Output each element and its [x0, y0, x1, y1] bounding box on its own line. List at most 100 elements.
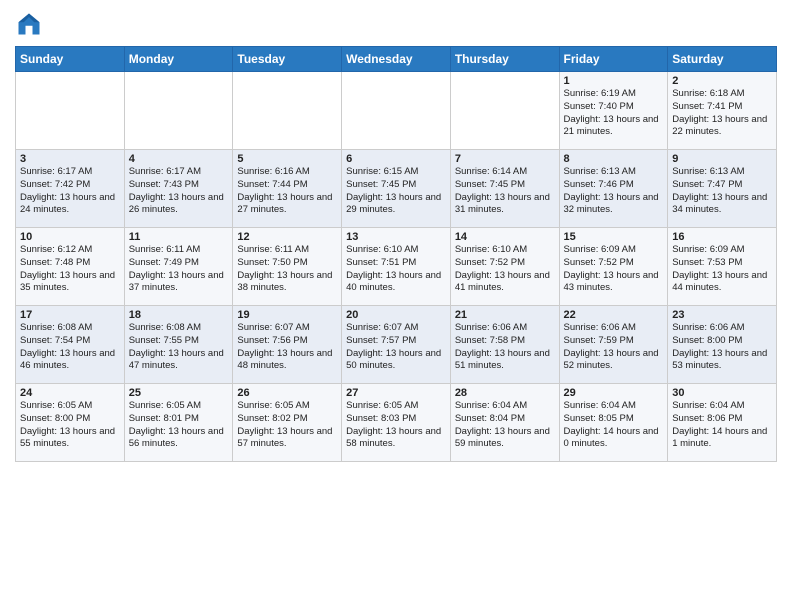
calendar-cell: 11Sunrise: 6:11 AM Sunset: 7:49 PM Dayli… — [124, 228, 233, 306]
calendar-cell: 21Sunrise: 6:06 AM Sunset: 7:58 PM Dayli… — [450, 306, 559, 384]
day-info: Sunrise: 6:18 AM Sunset: 7:41 PM Dayligh… — [672, 88, 772, 139]
day-info: Sunrise: 6:17 AM Sunset: 7:43 PM Dayligh… — [129, 166, 229, 217]
day-number: 28 — [455, 387, 555, 399]
calendar-cell: 5Sunrise: 6:16 AM Sunset: 7:44 PM Daylig… — [233, 150, 342, 228]
header — [15, 10, 777, 38]
calendar-cell: 19Sunrise: 6:07 AM Sunset: 7:56 PM Dayli… — [233, 306, 342, 384]
logo — [15, 10, 47, 38]
day-number: 16 — [672, 231, 772, 243]
calendar-cell: 17Sunrise: 6:08 AM Sunset: 7:54 PM Dayli… — [16, 306, 125, 384]
calendar-cell: 2Sunrise: 6:18 AM Sunset: 7:41 PM Daylig… — [668, 72, 777, 150]
day-number: 27 — [346, 387, 446, 399]
day-number: 12 — [237, 231, 337, 243]
calendar-cell: 18Sunrise: 6:08 AM Sunset: 7:55 PM Dayli… — [124, 306, 233, 384]
day-info: Sunrise: 6:04 AM Sunset: 8:06 PM Dayligh… — [672, 400, 772, 451]
calendar-cell: 13Sunrise: 6:10 AM Sunset: 7:51 PM Dayli… — [342, 228, 451, 306]
calendar-cell — [342, 72, 451, 150]
calendar-cell: 23Sunrise: 6:06 AM Sunset: 8:00 PM Dayli… — [668, 306, 777, 384]
day-number: 7 — [455, 153, 555, 165]
calendar-cell: 15Sunrise: 6:09 AM Sunset: 7:52 PM Dayli… — [559, 228, 668, 306]
day-number: 6 — [346, 153, 446, 165]
calendar-cell — [233, 72, 342, 150]
day-number: 26 — [237, 387, 337, 399]
day-number: 22 — [564, 309, 664, 321]
day-info: Sunrise: 6:08 AM Sunset: 7:54 PM Dayligh… — [20, 322, 120, 373]
day-info: Sunrise: 6:14 AM Sunset: 7:45 PM Dayligh… — [455, 166, 555, 217]
day-number: 17 — [20, 309, 120, 321]
day-number: 21 — [455, 309, 555, 321]
calendar-cell: 1Sunrise: 6:19 AM Sunset: 7:40 PM Daylig… — [559, 72, 668, 150]
calendar-cell: 28Sunrise: 6:04 AM Sunset: 8:04 PM Dayli… — [450, 384, 559, 462]
day-info: Sunrise: 6:11 AM Sunset: 7:49 PM Dayligh… — [129, 244, 229, 295]
calendar-cell: 9Sunrise: 6:13 AM Sunset: 7:47 PM Daylig… — [668, 150, 777, 228]
day-number: 30 — [672, 387, 772, 399]
day-number: 5 — [237, 153, 337, 165]
day-info: Sunrise: 6:16 AM Sunset: 7:44 PM Dayligh… — [237, 166, 337, 217]
calendar-cell: 22Sunrise: 6:06 AM Sunset: 7:59 PM Dayli… — [559, 306, 668, 384]
day-info: Sunrise: 6:10 AM Sunset: 7:52 PM Dayligh… — [455, 244, 555, 295]
day-number: 23 — [672, 309, 772, 321]
day-number: 15 — [564, 231, 664, 243]
col-header-saturday: Saturday — [668, 47, 777, 72]
day-info: Sunrise: 6:05 AM Sunset: 8:02 PM Dayligh… — [237, 400, 337, 451]
day-number: 20 — [346, 309, 446, 321]
day-info: Sunrise: 6:06 AM Sunset: 8:00 PM Dayligh… — [672, 322, 772, 373]
day-number: 10 — [20, 231, 120, 243]
week-row-3: 10Sunrise: 6:12 AM Sunset: 7:48 PM Dayli… — [16, 228, 777, 306]
calendar-table: SundayMondayTuesdayWednesdayThursdayFrid… — [15, 46, 777, 462]
calendar-cell: 24Sunrise: 6:05 AM Sunset: 8:00 PM Dayli… — [16, 384, 125, 462]
calendar-cell: 4Sunrise: 6:17 AM Sunset: 7:43 PM Daylig… — [124, 150, 233, 228]
calendar-cell: 27Sunrise: 6:05 AM Sunset: 8:03 PM Dayli… — [342, 384, 451, 462]
day-number: 11 — [129, 231, 229, 243]
calendar-cell: 30Sunrise: 6:04 AM Sunset: 8:06 PM Dayli… — [668, 384, 777, 462]
day-info: Sunrise: 6:11 AM Sunset: 7:50 PM Dayligh… — [237, 244, 337, 295]
day-info: Sunrise: 6:12 AM Sunset: 7:48 PM Dayligh… — [20, 244, 120, 295]
calendar-cell: 12Sunrise: 6:11 AM Sunset: 7:50 PM Dayli… — [233, 228, 342, 306]
logo-icon — [15, 10, 43, 38]
calendar-cell: 3Sunrise: 6:17 AM Sunset: 7:42 PM Daylig… — [16, 150, 125, 228]
day-number: 2 — [672, 75, 772, 87]
day-number: 19 — [237, 309, 337, 321]
week-row-1: 1Sunrise: 6:19 AM Sunset: 7:40 PM Daylig… — [16, 72, 777, 150]
day-info: Sunrise: 6:06 AM Sunset: 7:59 PM Dayligh… — [564, 322, 664, 373]
day-info: Sunrise: 6:13 AM Sunset: 7:46 PM Dayligh… — [564, 166, 664, 217]
day-info: Sunrise: 6:07 AM Sunset: 7:56 PM Dayligh… — [237, 322, 337, 373]
calendar-cell — [124, 72, 233, 150]
calendar-cell: 14Sunrise: 6:10 AM Sunset: 7:52 PM Dayli… — [450, 228, 559, 306]
day-info: Sunrise: 6:09 AM Sunset: 7:52 PM Dayligh… — [564, 244, 664, 295]
col-header-wednesday: Wednesday — [342, 47, 451, 72]
calendar-cell — [450, 72, 559, 150]
day-number: 25 — [129, 387, 229, 399]
day-number: 9 — [672, 153, 772, 165]
calendar-cell: 29Sunrise: 6:04 AM Sunset: 8:05 PM Dayli… — [559, 384, 668, 462]
day-info: Sunrise: 6:10 AM Sunset: 7:51 PM Dayligh… — [346, 244, 446, 295]
day-info: Sunrise: 6:13 AM Sunset: 7:47 PM Dayligh… — [672, 166, 772, 217]
col-header-sunday: Sunday — [16, 47, 125, 72]
day-info: Sunrise: 6:06 AM Sunset: 7:58 PM Dayligh… — [455, 322, 555, 373]
calendar-cell: 25Sunrise: 6:05 AM Sunset: 8:01 PM Dayli… — [124, 384, 233, 462]
day-info: Sunrise: 6:05 AM Sunset: 8:00 PM Dayligh… — [20, 400, 120, 451]
calendar-cell: 26Sunrise: 6:05 AM Sunset: 8:02 PM Dayli… — [233, 384, 342, 462]
day-info: Sunrise: 6:05 AM Sunset: 8:01 PM Dayligh… — [129, 400, 229, 451]
calendar-cell: 7Sunrise: 6:14 AM Sunset: 7:45 PM Daylig… — [450, 150, 559, 228]
header-row: SundayMondayTuesdayWednesdayThursdayFrid… — [16, 47, 777, 72]
calendar-cell: 16Sunrise: 6:09 AM Sunset: 7:53 PM Dayli… — [668, 228, 777, 306]
week-row-4: 17Sunrise: 6:08 AM Sunset: 7:54 PM Dayli… — [16, 306, 777, 384]
day-number: 13 — [346, 231, 446, 243]
calendar-cell: 8Sunrise: 6:13 AM Sunset: 7:46 PM Daylig… — [559, 150, 668, 228]
calendar-cell: 20Sunrise: 6:07 AM Sunset: 7:57 PM Dayli… — [342, 306, 451, 384]
col-header-friday: Friday — [559, 47, 668, 72]
day-info: Sunrise: 6:19 AM Sunset: 7:40 PM Dayligh… — [564, 88, 664, 139]
week-row-2: 3Sunrise: 6:17 AM Sunset: 7:42 PM Daylig… — [16, 150, 777, 228]
calendar-cell: 10Sunrise: 6:12 AM Sunset: 7:48 PM Dayli… — [16, 228, 125, 306]
page-container: SundayMondayTuesdayWednesdayThursdayFrid… — [0, 0, 792, 472]
day-info: Sunrise: 6:17 AM Sunset: 7:42 PM Dayligh… — [20, 166, 120, 217]
calendar-cell: 6Sunrise: 6:15 AM Sunset: 7:45 PM Daylig… — [342, 150, 451, 228]
day-info: Sunrise: 6:07 AM Sunset: 7:57 PM Dayligh… — [346, 322, 446, 373]
day-number: 14 — [455, 231, 555, 243]
calendar-cell — [16, 72, 125, 150]
day-number: 4 — [129, 153, 229, 165]
day-info: Sunrise: 6:04 AM Sunset: 8:04 PM Dayligh… — [455, 400, 555, 451]
day-info: Sunrise: 6:05 AM Sunset: 8:03 PM Dayligh… — [346, 400, 446, 451]
day-info: Sunrise: 6:04 AM Sunset: 8:05 PM Dayligh… — [564, 400, 664, 451]
